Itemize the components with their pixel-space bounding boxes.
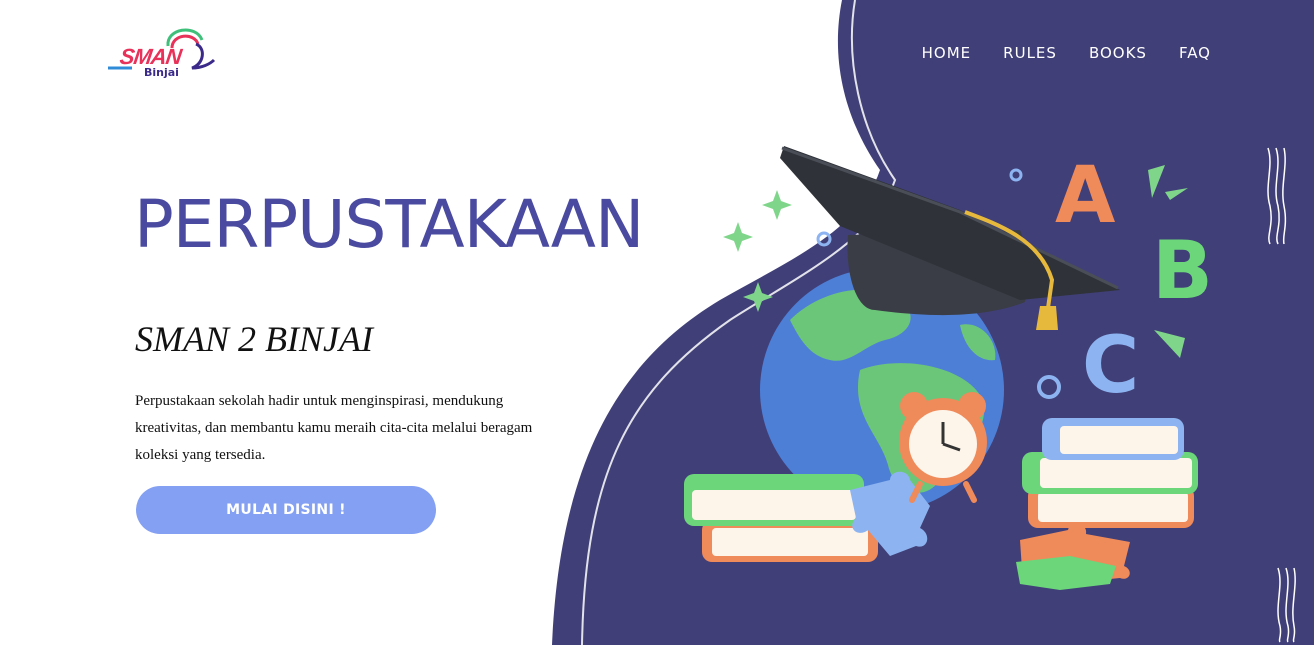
hero-description: Perpustakaan sekolah hadir untuk mengins… — [135, 393, 533, 463]
hero-subtitle: SMAN 2 BINJAI — [135, 319, 373, 359]
squiggle-decoration — [1267, 147, 1287, 245]
nav-faq[interactable]: FAQ — [1179, 44, 1211, 62]
books-icon — [1022, 418, 1198, 528]
main-nav: HOME RULES BOOKS FAQ — [922, 44, 1211, 62]
letter-b: B — [1152, 224, 1213, 317]
hero-title: PERPUSTAKAAN — [134, 186, 644, 263]
education-illustration: A B C — [684, 146, 1213, 590]
squiggle-decoration — [1277, 567, 1296, 643]
books-icon — [684, 474, 878, 562]
nav-books[interactable]: BOOKS — [1089, 44, 1147, 62]
school-logo[interactable]: SMAN Binjai — [106, 24, 218, 86]
start-here-button[interactable]: MULAI DISINI ! — [136, 486, 436, 534]
logo-subtext: Binjai — [144, 66, 179, 79]
letter-c: C — [1082, 321, 1139, 411]
nav-rules[interactable]: RULES — [1003, 44, 1057, 62]
letter-a: A — [1055, 151, 1115, 241]
nav-home[interactable]: HOME — [922, 44, 972, 62]
